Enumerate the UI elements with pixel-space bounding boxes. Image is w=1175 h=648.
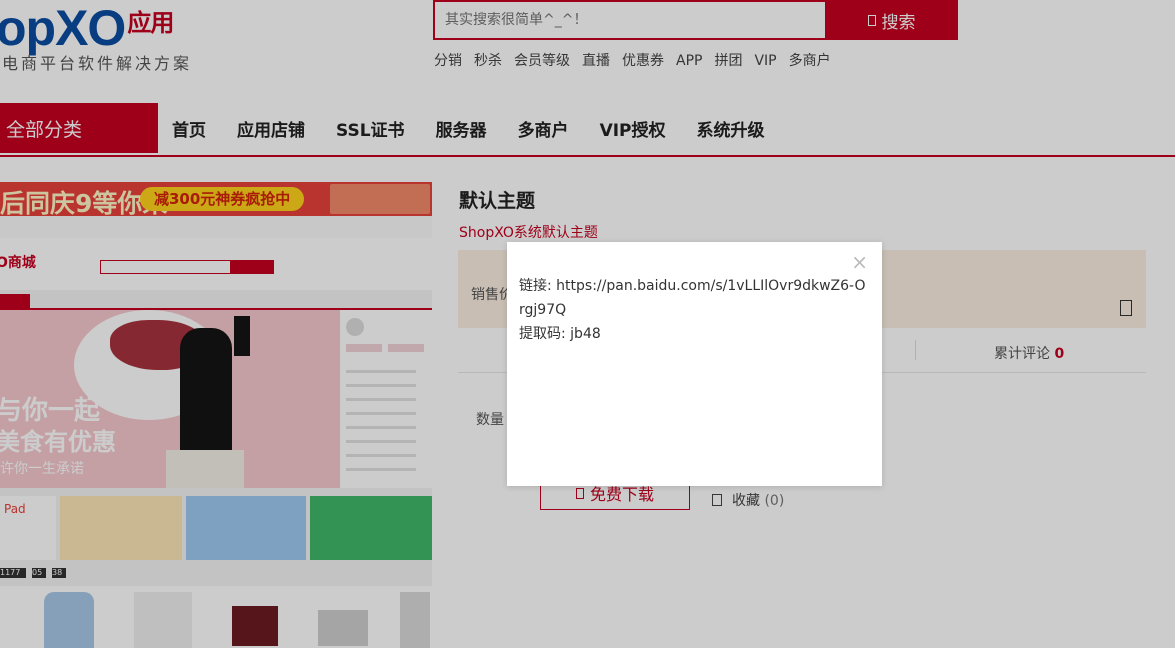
modal-link-line: 链接: https://pan.baidu.com/s/1vLLIlOvr9dk…	[519, 278, 866, 318]
modal-code-line: 提取码: jb48	[519, 326, 601, 342]
modal-body: 链接: https://pan.baidu.com/s/1vLLIlOvr9dk…	[519, 274, 871, 346]
close-icon[interactable]: ×	[851, 250, 868, 274]
download-link-modal: × 链接: https://pan.baidu.com/s/1vLLIlOvr9…	[507, 242, 882, 486]
